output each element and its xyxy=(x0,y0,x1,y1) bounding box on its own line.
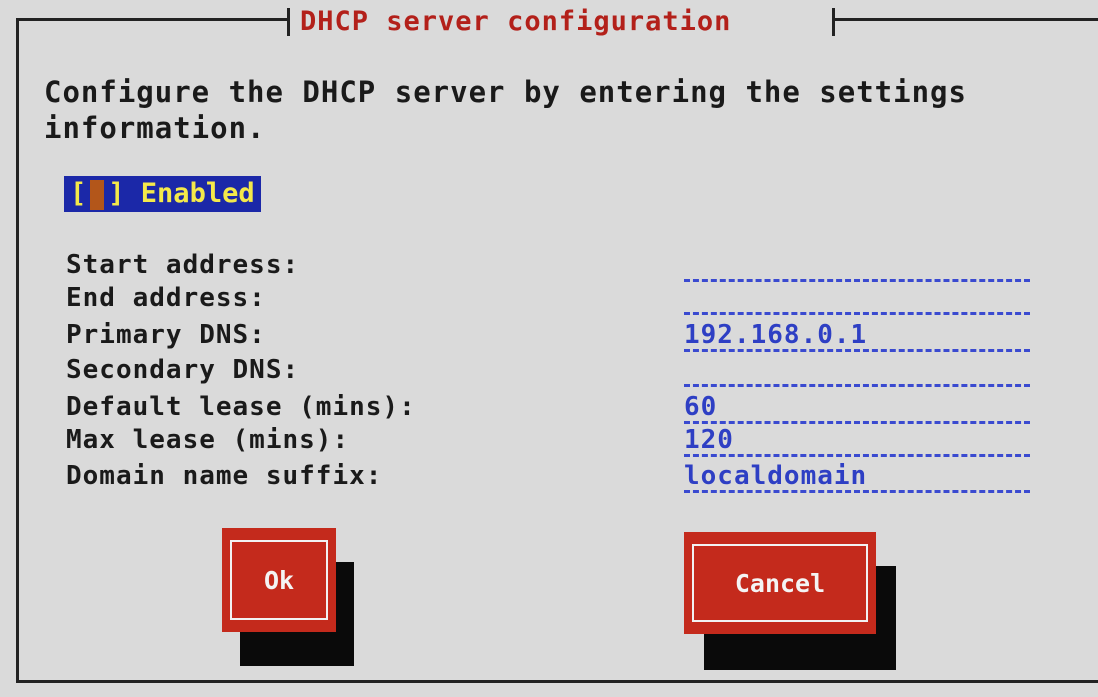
checkbox-cursor-icon xyxy=(90,179,105,210)
secondary-dns-label: Secondary DNS: xyxy=(66,355,300,385)
checkbox-open-bracket: [ xyxy=(70,178,87,209)
default-lease-field[interactable]: 60 xyxy=(684,390,1030,424)
primary-dns-row: Primary DNS: 192.168.0.1 xyxy=(66,318,1046,352)
ok-button[interactable]: Ok xyxy=(222,528,336,632)
end-address-row: End address: xyxy=(66,281,1046,315)
frame-line xyxy=(16,680,1098,683)
start-address-label: Start address: xyxy=(66,250,300,280)
primary-dns-field[interactable]: 192.168.0.1 xyxy=(684,318,1030,352)
default-lease-label: Default lease (mins): xyxy=(66,392,416,422)
start-address-row: Start address: xyxy=(66,248,1046,282)
max-lease-field[interactable]: 120 xyxy=(684,423,1030,457)
frame-line xyxy=(16,18,19,683)
start-address-field[interactable] xyxy=(684,248,1030,282)
frame-line xyxy=(832,8,835,36)
domain-suffix-row: Domain name suffix: localdomain xyxy=(66,459,1046,493)
frame-line xyxy=(18,18,290,21)
max-lease-row: Max lease (mins): 120 xyxy=(66,423,1046,457)
checkbox-close-bracket: ] xyxy=(108,178,125,209)
enabled-label: Enabled xyxy=(140,178,255,209)
secondary-dns-field[interactable] xyxy=(684,353,1030,387)
ok-button-label: Ok xyxy=(230,540,328,620)
end-address-field[interactable] xyxy=(684,281,1030,315)
frame-line xyxy=(832,18,1098,21)
frame-line xyxy=(287,8,290,36)
dhcp-config-dialog: DHCP server configuration Configure the … xyxy=(0,0,1098,697)
max-lease-label: Max lease (mins): xyxy=(66,425,350,455)
secondary-dns-row: Secondary DNS: xyxy=(66,353,1046,387)
domain-suffix-field[interactable]: localdomain xyxy=(684,459,1030,493)
primary-dns-label: Primary DNS: xyxy=(66,320,266,350)
default-lease-row: Default lease (mins): 60 xyxy=(66,390,1046,424)
enabled-checkbox[interactable]: [] Enabled xyxy=(64,176,261,212)
cancel-button-label: Cancel xyxy=(692,544,868,622)
cancel-button[interactable]: Cancel xyxy=(684,532,876,634)
dialog-description: Configure the DHCP server by entering th… xyxy=(44,75,967,145)
end-address-label: End address: xyxy=(66,283,266,313)
domain-suffix-label: Domain name suffix: xyxy=(66,461,383,491)
dialog-title: DHCP server configuration xyxy=(300,6,732,37)
